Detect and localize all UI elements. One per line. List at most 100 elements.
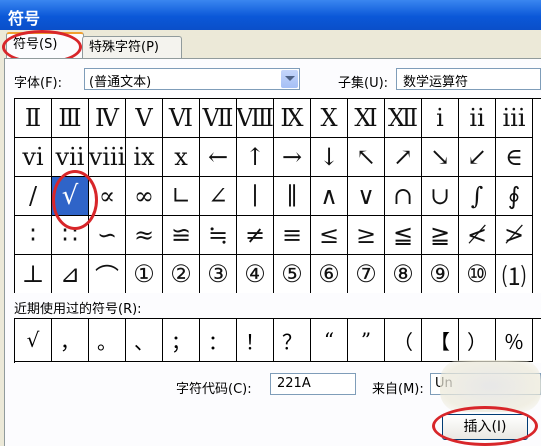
symbol-cell[interactable]: ∮ <box>496 177 533 216</box>
symbol-cell[interactable]: Ⅹ <box>311 99 348 138</box>
symbol-cell[interactable]: ∧ <box>311 177 348 216</box>
symbol-cell[interactable]: ≈ <box>126 216 163 255</box>
recent-symbol-cell[interactable]: ？ <box>274 319 311 362</box>
font-select[interactable]: (普通文本) <box>84 68 300 90</box>
symbol-cell[interactable]: ≤ <box>311 216 348 255</box>
symbol-cell[interactable]: ⅱ <box>459 99 496 138</box>
tab-symbols[interactable]: 符号(S) <box>6 32 84 60</box>
symbol-cell[interactable]: ∟ <box>163 177 200 216</box>
symbol-cell[interactable]: ③ <box>200 255 237 293</box>
symbol-cell[interactable]: ⑥ <box>311 255 348 293</box>
symbol-cell[interactable]: ∣ <box>237 177 274 216</box>
symbol-cell[interactable]: ↙ <box>459 138 496 177</box>
char-code-input[interactable]: 221A <box>270 373 356 395</box>
symbol-cell[interactable]: ∽ <box>89 216 126 255</box>
recent-symbol-cell[interactable]: “ <box>311 319 348 362</box>
symbol-cell[interactable]: Ⅴ <box>126 99 163 138</box>
symbol-grid: Ⅱ Ⅲ Ⅳ Ⅴ Ⅵ Ⅶ Ⅷ Ⅸ Ⅹ Ⅺ Ⅻⅰ ⅱ ⅲ ⅵ ⅶ ⅷ ⅸ ⅹ ← ↑ → ↓ ↖ ↗ ↘ ↙ ∈ / √ ∝ ∞ ∟ ∠ ∣ ∥ ∧ ∨ ∩ ∪… <box>14 98 541 293</box>
symbol-cell[interactable]: ∪ <box>422 177 459 216</box>
symbol-cell[interactable]: ⑨ <box>422 255 459 293</box>
symbol-cell[interactable]: ↘ <box>422 138 459 177</box>
symbol-cell[interactable]: ∠ <box>200 177 237 216</box>
symbol-cell[interactable]: Ⅵ <box>163 99 200 138</box>
recent-symbols-label: 近期使用过的符号(R): <box>14 302 142 317</box>
symbol-cell[interactable]: ≒ <box>200 216 237 255</box>
symbol-cell[interactable]: ∨ <box>348 177 385 216</box>
recent-symbol-cell[interactable]: 。 <box>89 319 126 362</box>
symbol-cell[interactable]: ⑧ <box>385 255 422 293</box>
recent-symbol-cell[interactable]: ” <box>348 319 385 362</box>
subset-select[interactable]: 数学运算符 <box>396 68 541 90</box>
symbol-cell[interactable]: ∶ <box>15 216 52 255</box>
subset-label: 子集(U): <box>338 76 389 91</box>
blurred-region <box>440 360 541 412</box>
symbol-cell[interactable]: ≮ <box>459 216 496 255</box>
insert-button[interactable]: 插入(I) <box>442 414 528 440</box>
symbol-cell[interactable]: ④ <box>237 255 274 293</box>
symbol-cell[interactable]: ⅸ <box>126 138 163 177</box>
recent-symbol-cell[interactable]: （ <box>385 319 422 362</box>
symbol-cell[interactable]: ⑤ <box>274 255 311 293</box>
symbol-cell[interactable]: ∈ <box>496 138 533 177</box>
symbol-cell[interactable]: ∷ <box>52 216 89 255</box>
symbol-cell[interactable]: Ⅱ <box>15 99 52 138</box>
symbol-cell[interactable]: Ⅸ <box>274 99 311 138</box>
symbol-cell[interactable]: → <box>274 138 311 177</box>
symbol-cell[interactable]: ⌒ <box>89 255 126 293</box>
symbol-cell[interactable]: √ <box>52 177 89 216</box>
symbol-cell[interactable]: ② <box>163 255 200 293</box>
symbol-cell[interactable]: ↖ <box>348 138 385 177</box>
symbol-cell[interactable]: Ⅺ <box>348 99 385 138</box>
symbol-cell[interactable]: ∩ <box>385 177 422 216</box>
symbol-cell[interactable]: ∝ <box>89 177 126 216</box>
symbol-cell[interactable]: ① <box>126 255 163 293</box>
symbol-cell[interactable]: ∫ <box>459 177 496 216</box>
symbol-cell[interactable]: ⅵ <box>15 138 52 177</box>
recent-symbol-cell[interactable]: ％ <box>496 319 533 362</box>
symbol-cell[interactable]: ≧ <box>422 216 459 255</box>
symbol-cell[interactable]: / <box>15 177 52 216</box>
symbol-cell[interactable]: Ⅷ <box>237 99 274 138</box>
symbol-cell[interactable]: Ⅳ <box>89 99 126 138</box>
symbol-cell[interactable]: ⅲ <box>496 99 533 138</box>
recent-symbol-cell[interactable]: 、 <box>126 319 163 362</box>
symbol-cell[interactable]: ⊥ <box>15 255 52 293</box>
symbol-cell[interactable]: ≦ <box>385 216 422 255</box>
symbol-cell[interactable]: ⅶ <box>52 138 89 177</box>
symbol-cell[interactable]: ⑦ <box>348 255 385 293</box>
recent-symbol-cell[interactable]: 【 <box>422 319 459 362</box>
recent-symbol-cell[interactable]: √ <box>15 319 52 362</box>
symbol-cell[interactable]: ≡ <box>274 216 311 255</box>
font-select-value: (普通文本) <box>89 75 152 90</box>
symbol-cell[interactable]: ← <box>200 138 237 177</box>
symbol-cell[interactable]: ≌ <box>163 216 200 255</box>
symbol-dialog: 符号 符号(S) 特殊字符(P) 字体(F): (普通文本) 子集(U): 数学… <box>0 0 541 446</box>
symbol-cell[interactable]: ⑴ <box>496 255 533 293</box>
symbol-cell[interactable]: ⊿ <box>52 255 89 293</box>
symbol-cell[interactable]: ≥ <box>348 216 385 255</box>
symbol-cell[interactable]: Ⅻ <box>385 99 422 138</box>
recent-symbol-cell[interactable]: ， <box>52 319 89 362</box>
symbol-cell[interactable]: Ⅲ <box>52 99 89 138</box>
symbol-cell[interactable]: ∥ <box>274 177 311 216</box>
symbol-cell[interactable]: ⅷ <box>89 138 126 177</box>
recent-symbol-cell[interactable]: ； <box>163 319 200 362</box>
symbol-cell[interactable]: ↑ <box>237 138 274 177</box>
symbol-cell[interactable]: ≯ <box>496 216 533 255</box>
title-bar[interactable]: 符号 <box>0 0 541 30</box>
symbol-cell[interactable]: ⑩ <box>459 255 496 293</box>
symbol-cell[interactable]: ≠ <box>237 216 274 255</box>
symbol-cell[interactable]: ↗ <box>385 138 422 177</box>
symbol-cell[interactable]: ⅰ <box>422 99 459 138</box>
recent-symbol-cell[interactable]: ： <box>200 319 237 362</box>
chevron-down-icon[interactable] <box>281 70 298 88</box>
recent-symbol-cell[interactable]: ！ <box>237 319 274 362</box>
recent-symbol-cell[interactable]: ） <box>459 319 496 362</box>
symbol-cell[interactable]: ⅹ <box>163 138 200 177</box>
symbol-cell[interactable]: Ⅶ <box>200 99 237 138</box>
symbol-cell[interactable]: ∞ <box>126 177 163 216</box>
char-code-label: 字符代码(C): <box>176 382 252 397</box>
symbol-cell[interactable]: ↓ <box>311 138 348 177</box>
tab-special-characters[interactable]: 特殊字符(P) <box>82 36 182 59</box>
subset-select-value: 数学运算符 <box>403 75 469 90</box>
